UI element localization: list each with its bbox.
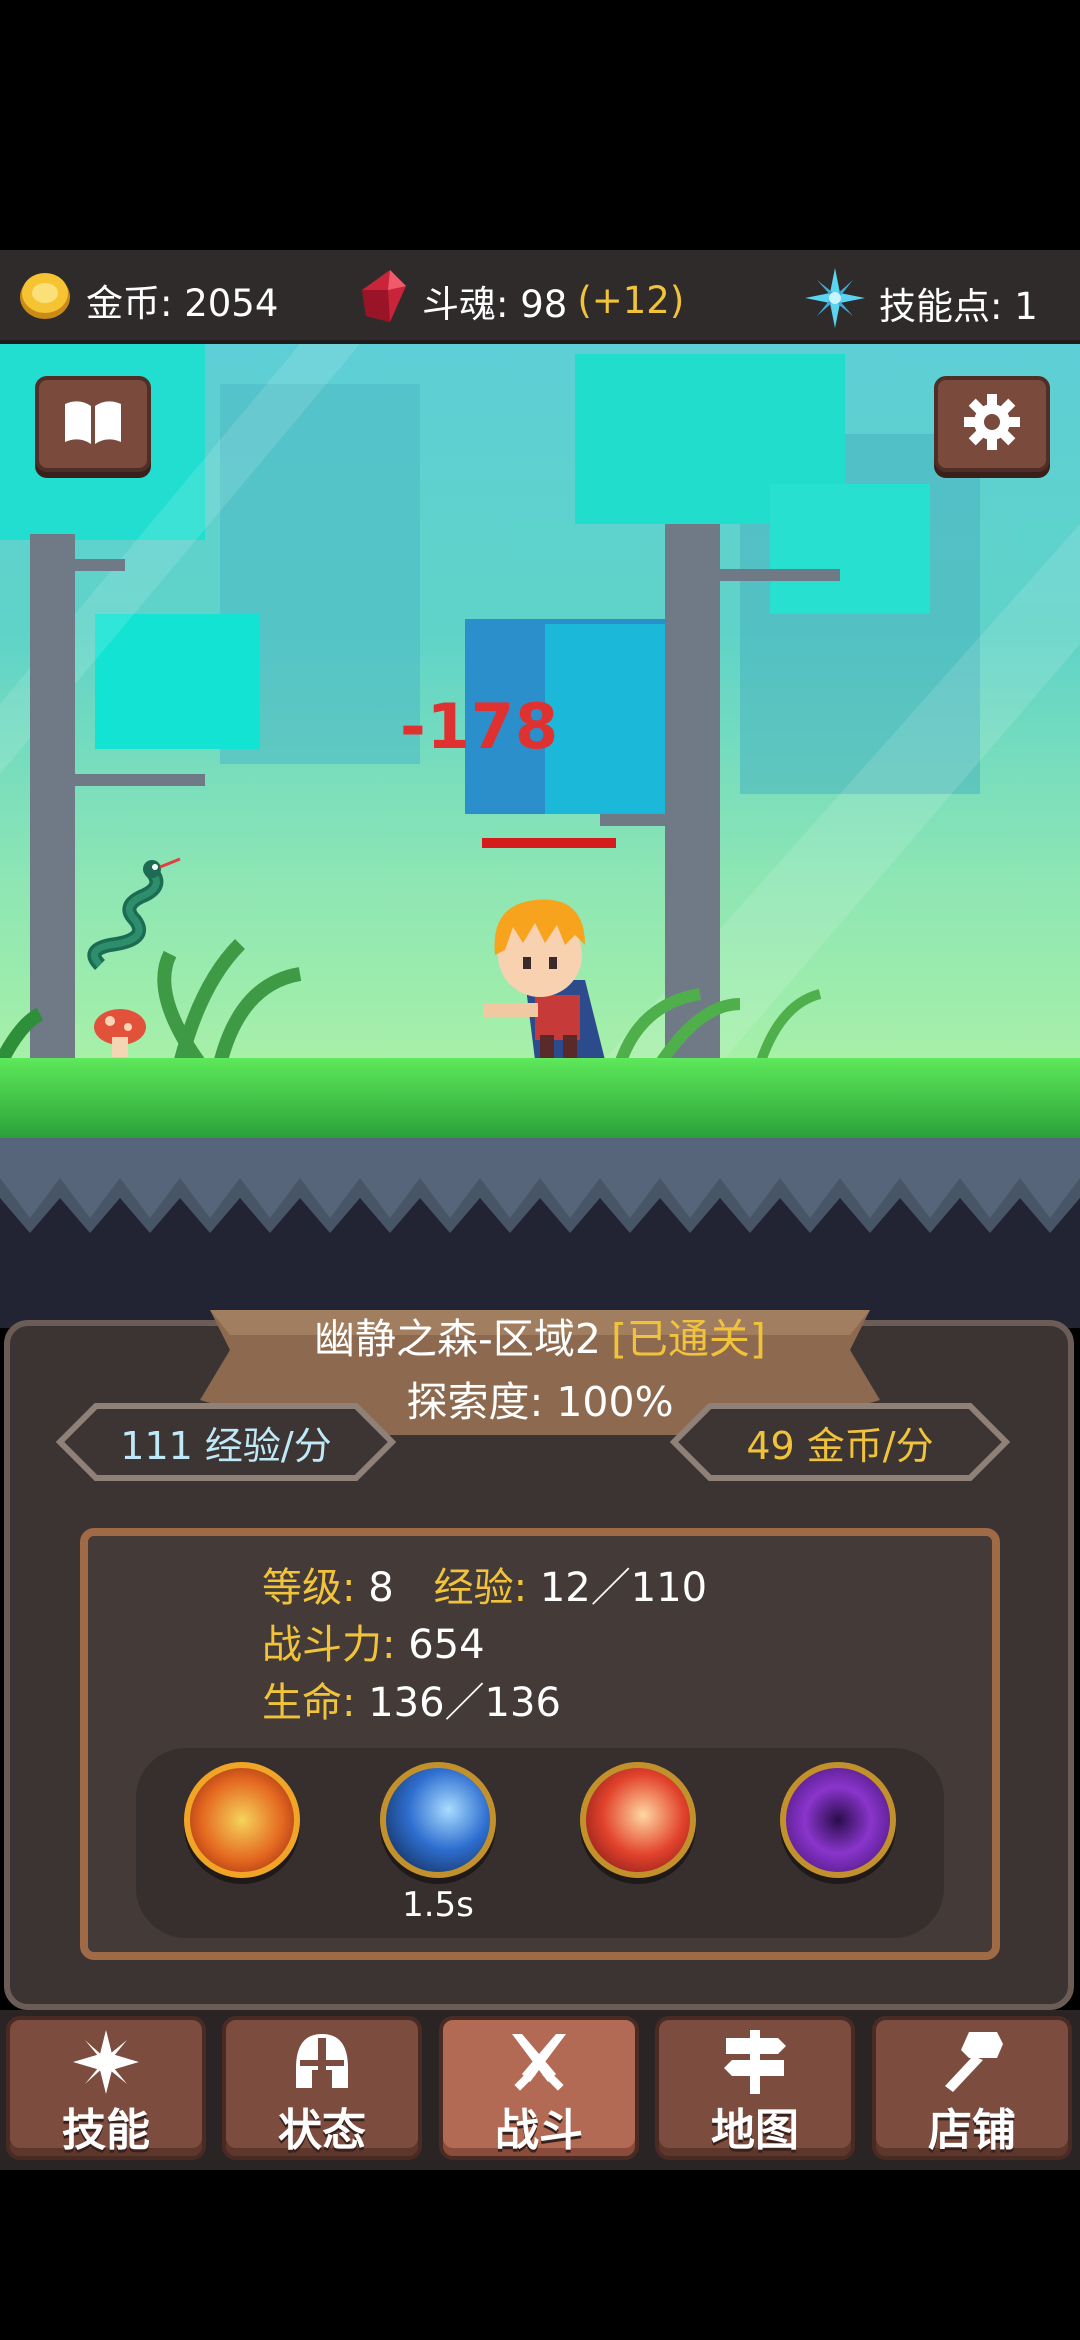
life-value: 136／136 <box>368 1680 561 1726</box>
level-exp-line: 等级: 8 经验: 12／110 <box>262 1555 707 1613</box>
life-key: 生命: <box>262 1680 356 1726</box>
area-cleared-tag: [已通关] <box>610 1315 766 1363</box>
soul-bonus: (+12) <box>577 279 685 322</box>
area-title: 幽静之森-区域2 [已通关] <box>0 1305 1080 1365</box>
power-value: 654 <box>408 1622 485 1668</box>
enemy-health-bar <box>482 838 616 848</box>
life-line: 生命: 136／136 <box>262 1670 561 1728</box>
exp-value: 12／110 <box>539 1565 708 1611</box>
exp-key: 经验: <box>433 1565 528 1611</box>
exp-rate: 111 经验/分 <box>120 1423 332 1468</box>
mushroom-enemy[interactable] <box>90 1005 150 1060</box>
gold-rate: 49 金币/分 <box>746 1423 934 1468</box>
skill-slot-4[interactable] <box>780 1762 896 1878</box>
resource-bar: 金币: 2054 斗魂: 98 (+12) 技能点: 1 <box>0 250 1080 344</box>
nav-status-label: 状态 <box>278 2105 366 2156</box>
nav-shop-label: 店铺 <box>928 2105 1016 2156</box>
nav-map-label: 地图 <box>711 2105 799 2156</box>
star-sparkle-icon <box>805 268 865 337</box>
level-value: 8 <box>368 1565 394 1611</box>
snake-enemy[interactable] <box>80 855 200 975</box>
gold-label: 金币: 2054 <box>86 281 279 325</box>
helmet-icon <box>290 2030 354 2094</box>
area-name: 幽静之森-区域2 <box>314 1315 601 1363</box>
power-key: 战斗力: <box>262 1622 396 1668</box>
nav-skills[interactable]: 技能 <box>6 2016 206 2160</box>
gear-icon <box>962 392 1022 456</box>
skill-slot-1[interactable] <box>184 1762 300 1878</box>
power-line: 战斗力: 654 <box>262 1612 485 1670</box>
skill-slot-3[interactable] <box>580 1762 696 1878</box>
level-key: 等级: <box>262 1565 356 1611</box>
nav-map[interactable]: 地图 <box>655 2016 855 2160</box>
exp-rate-box: 111 经验/分 <box>56 1402 396 1482</box>
hammer-icon <box>937 2030 1007 2094</box>
skill-point-label: 技能点: 1 <box>879 284 1038 328</box>
gold-rate-box: 49 金币/分 <box>670 1402 1010 1482</box>
gold-counter: 金币: 2054 <box>18 268 278 331</box>
crossed-swords-icon <box>504 2030 574 2094</box>
skill-point-counter: 技能点: 1 <box>805 268 1038 337</box>
damage-number: -178 <box>400 690 560 763</box>
book-button[interactable] <box>35 376 151 472</box>
soul-counter: 斗魂: 98 (+12) <box>360 268 684 333</box>
skill-cooldown: 1.5s <box>402 1885 474 1925</box>
soul-label: 斗魂: 98 <box>422 282 568 326</box>
gold-coin-icon <box>18 268 72 331</box>
grass-strip <box>0 1058 1080 1138</box>
nav-shop[interactable]: 店铺 <box>872 2016 1072 2160</box>
hero-character <box>483 899 605 1060</box>
signpost-icon <box>720 2030 790 2094</box>
nav-battle[interactable]: 战斗 <box>439 2016 639 2160</box>
sparkle-icon <box>71 2030 141 2094</box>
rock-strip <box>0 1138 1080 1233</box>
open-book-icon <box>61 398 125 450</box>
skill-slot-2[interactable] <box>380 1762 496 1878</box>
settings-button[interactable] <box>934 376 1050 472</box>
nav-skills-label: 技能 <box>62 2105 150 2156</box>
nav-battle-label: 战斗 <box>495 2105 583 2156</box>
nav-status[interactable]: 状态 <box>222 2016 422 2160</box>
red-crystal-icon <box>360 268 408 333</box>
